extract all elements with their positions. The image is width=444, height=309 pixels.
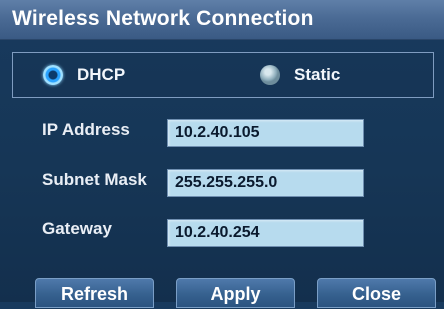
ip-address-label: IP Address <box>42 120 130 139</box>
radio-unselected-icon[interactable] <box>260 65 280 85</box>
subnet-mask-field[interactable] <box>167 169 364 197</box>
subnet-mask-label: Subnet Mask <box>42 170 147 189</box>
title-bar: Wireless Network Connection <box>0 0 444 40</box>
static-radio-option[interactable]: Static <box>260 63 340 87</box>
ip-mode-panel: DHCP Static <box>12 52 434 98</box>
dhcp-label: DHCP <box>77 65 126 84</box>
radio-selected-icon[interactable] <box>43 65 63 85</box>
refresh-button[interactable]: Refresh <box>35 278 154 308</box>
gateway-label: Gateway <box>42 219 112 238</box>
dhcp-radio-option[interactable]: DHCP <box>43 63 125 87</box>
ip-address-field[interactable] <box>167 119 364 147</box>
window-title: Wireless Network Connection <box>12 7 314 30</box>
apply-button[interactable]: Apply <box>176 278 295 308</box>
static-label: Static <box>294 65 341 84</box>
close-button[interactable]: Close <box>317 278 436 308</box>
gateway-field[interactable] <box>167 219 364 247</box>
